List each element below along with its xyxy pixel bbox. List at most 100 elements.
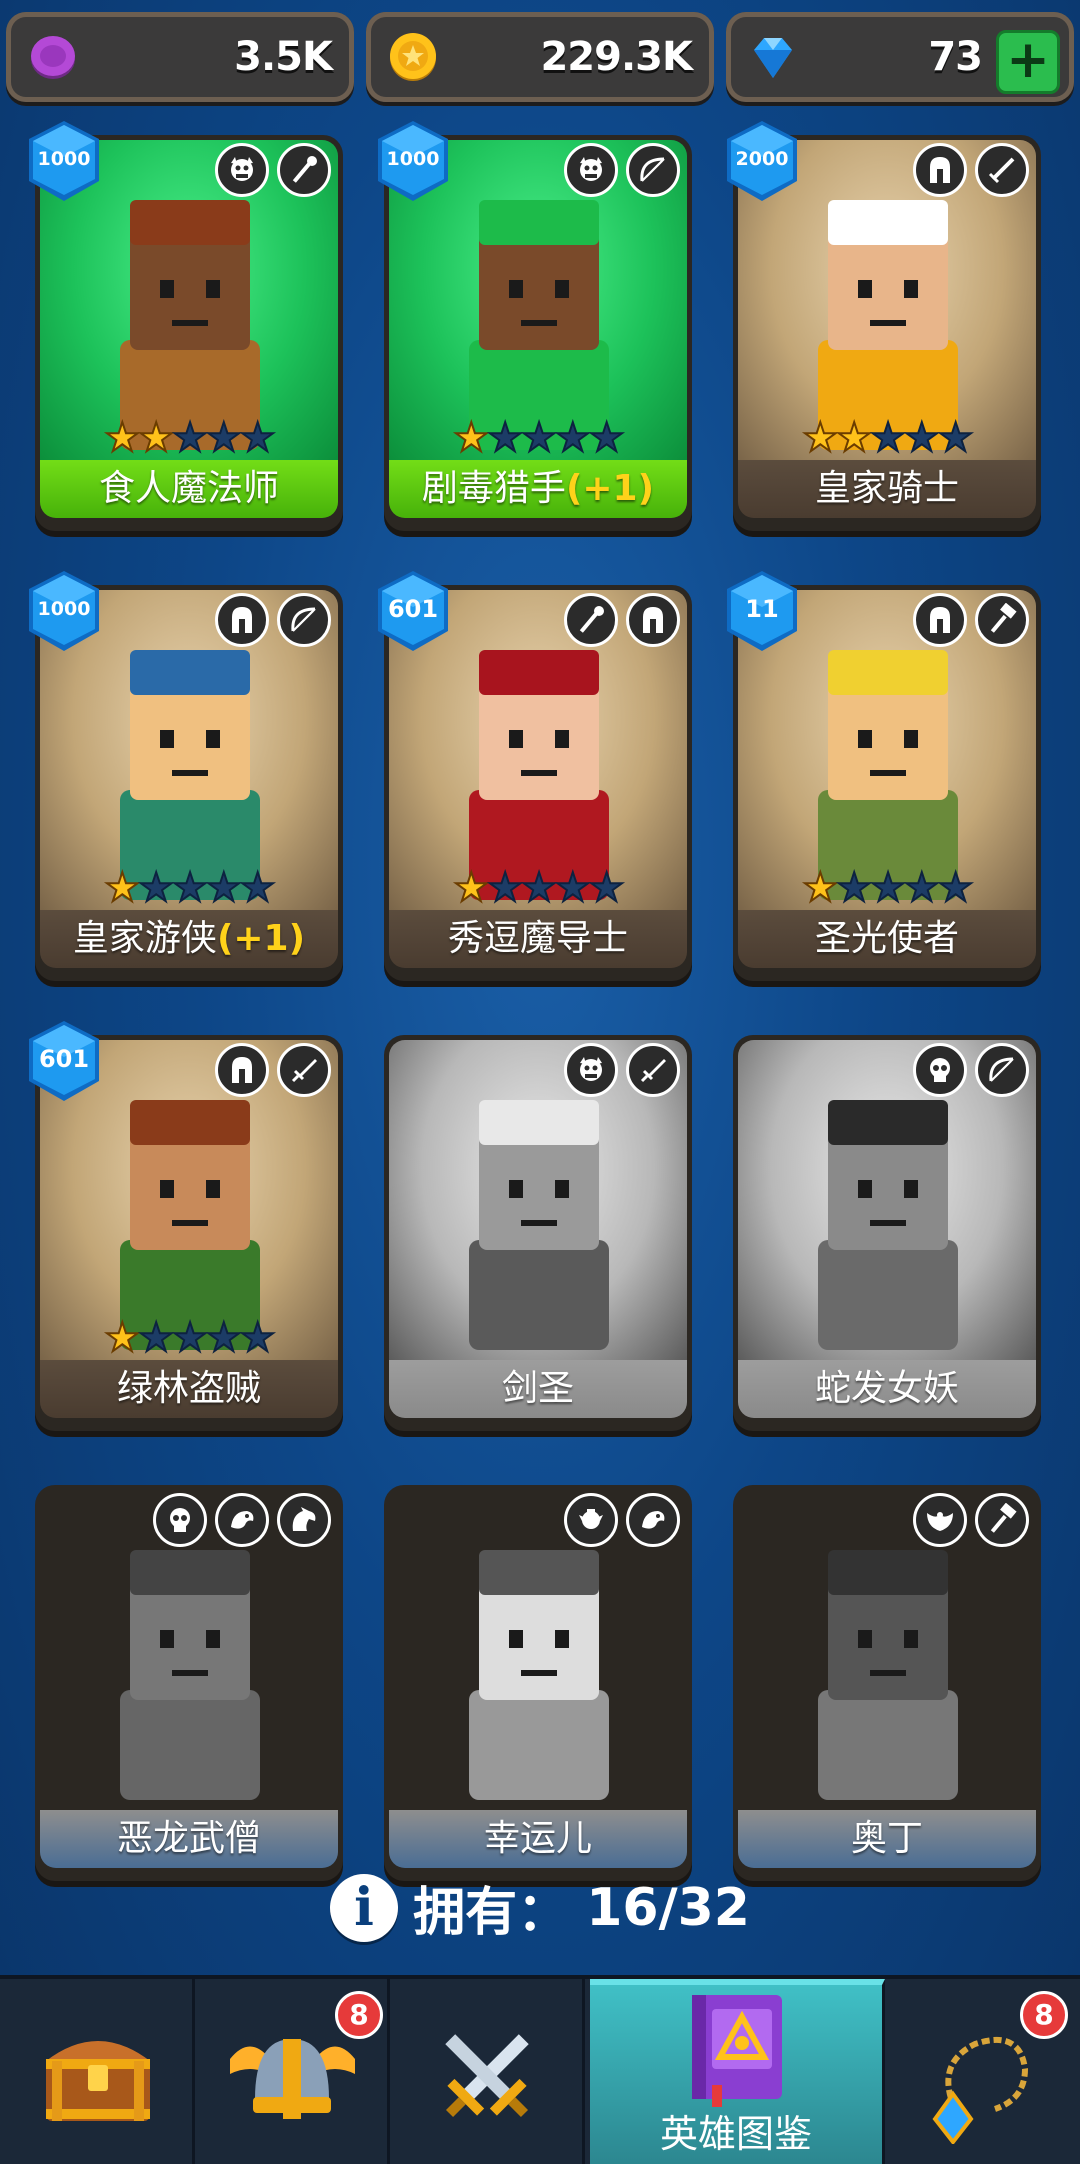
- coin-currency[interactable]: 229.3K: [366, 12, 714, 102]
- hero-name: 皇家骑士: [738, 460, 1036, 518]
- amulet-icon: [932, 2037, 1029, 2144]
- star-rating: ★★★★★: [384, 865, 692, 911]
- star-empty-icon: ★: [903, 865, 941, 911]
- star-empty-icon: ★: [554, 865, 592, 911]
- star-empty-icon: ★: [588, 865, 626, 911]
- hero-name: 剧毒猎手(+1): [389, 460, 687, 518]
- dagger-icon: [626, 1043, 680, 1097]
- blue-gem-icon: [754, 38, 792, 78]
- heroes-notification-badge: 8: [335, 1991, 383, 2039]
- star-empty-icon: ★: [137, 865, 175, 911]
- bottom-nav: 8 英雄图鉴 8: [0, 1975, 1080, 2164]
- hero-codex-book-icon: [692, 1995, 782, 2107]
- star-empty-icon: ★: [835, 865, 873, 911]
- staff-icon: [277, 143, 331, 197]
- orb-currency[interactable]: 3.5K: [6, 12, 354, 102]
- viking-helmet-icon: [230, 2039, 355, 2119]
- skull-icon: [153, 1493, 207, 1547]
- ogre-icon: [215, 143, 269, 197]
- star-rating: ★★★★★: [384, 415, 692, 461]
- level-badge: 1000: [25, 119, 103, 203]
- ogre-icon: [564, 143, 618, 197]
- wings-icon: [913, 1493, 967, 1547]
- hero-card[interactable]: ★★★★★ 剧毒猎手(+1) 1000: [378, 121, 692, 531]
- hero-card[interactable]: ★★★★★ 皇家游侠(+1) 1000: [29, 571, 343, 981]
- star-rating: ★★★★★: [733, 415, 1041, 461]
- helmet-icon: [913, 593, 967, 647]
- hero-card[interactable]: ★★★★★ 秀逗魔导士 601: [378, 571, 692, 981]
- star-filled-icon: ★: [103, 415, 141, 461]
- staff-icon: [564, 593, 618, 647]
- tab-battle[interactable]: [390, 1979, 585, 2164]
- beast-icon: [626, 1493, 680, 1547]
- hero-card[interactable]: 蛇发女妖: [733, 1035, 1041, 1431]
- star-empty-icon: ★: [239, 1315, 277, 1361]
- star-empty-icon: ★: [903, 415, 941, 461]
- tab-amulet[interactable]: 8: [885, 1979, 1080, 2164]
- helmet-icon: [215, 593, 269, 647]
- star-empty-icon: ★: [205, 865, 243, 911]
- sword-icon: [975, 143, 1029, 197]
- hammer-icon: [975, 1493, 1029, 1547]
- star-empty-icon: ★: [239, 865, 277, 911]
- star-empty-icon: ★: [520, 415, 558, 461]
- star-filled-icon: ★: [801, 865, 839, 911]
- hero-name: 皇家游侠(+1): [40, 910, 338, 968]
- skull-icon: [913, 1043, 967, 1097]
- star-empty-icon: ★: [205, 1315, 243, 1361]
- star-empty-icon: ★: [171, 415, 209, 461]
- tab-codex[interactable]: 英雄图鉴: [590, 1979, 885, 2164]
- hero-name: 蛇发女妖: [738, 1360, 1036, 1418]
- helmet-icon: [215, 1043, 269, 1097]
- tab-codex-label: 英雄图鉴: [659, 2112, 812, 2156]
- info-icon[interactable]: i: [330, 1873, 399, 1942]
- hero-name: 奥丁: [738, 1810, 1036, 1868]
- star-rating: ★★★★★: [35, 415, 343, 461]
- hero-card[interactable]: ★★★★★ 圣光使者 11: [727, 571, 1041, 981]
- add-gems-button[interactable]: +: [996, 30, 1060, 94]
- star-filled-icon: ★: [801, 415, 839, 461]
- hero-card[interactable]: ★★★★★ 食人魔法师 1000: [29, 121, 343, 531]
- star-empty-icon: ★: [486, 865, 524, 911]
- hero-card[interactable]: ★★★★★ 皇家骑士 2000: [727, 121, 1041, 531]
- bow-icon: [277, 593, 331, 647]
- owned-summary: i 拥有： 16/32: [0, 1870, 1080, 1950]
- bow-icon: [975, 1043, 1029, 1097]
- star-rating: ★★★★★: [35, 865, 343, 911]
- amulet-notification-badge: 8: [1020, 1991, 1068, 2039]
- bow-icon: [626, 143, 680, 197]
- star-empty-icon: ★: [869, 865, 907, 911]
- hero-name: 秀逗魔导士: [389, 910, 687, 968]
- star-empty-icon: ★: [205, 415, 243, 461]
- dragon-icon: [277, 1493, 331, 1547]
- hero-name: 圣光使者: [738, 910, 1036, 968]
- hero-card[interactable]: ★★★★★ 绿林盗贼 601: [29, 1021, 343, 1431]
- hero-card[interactable]: 奥丁: [733, 1485, 1041, 1881]
- star-filled-icon: ★: [452, 415, 490, 461]
- star-empty-icon: ★: [520, 865, 558, 911]
- owned-count: 16/32: [586, 1877, 750, 1938]
- hammer-icon: [975, 593, 1029, 647]
- hero-name: 食人魔法师: [40, 460, 338, 518]
- helmet-icon: [913, 143, 967, 197]
- star-rating: ★★★★★: [733, 865, 1041, 911]
- purple-orb-icon: [31, 36, 75, 79]
- ogre-icon: [564, 1043, 618, 1097]
- coin-amount: 229.3K: [540, 34, 693, 80]
- star-empty-icon: ★: [937, 865, 975, 911]
- dagger-icon: [277, 1043, 331, 1097]
- hero-name: 恶龙武僧: [40, 1810, 338, 1868]
- star-empty-icon: ★: [554, 415, 592, 461]
- tab-chest[interactable]: [0, 1979, 195, 2164]
- hero-card[interactable]: 幸运儿: [384, 1485, 692, 1881]
- level-badge: 1000: [25, 569, 103, 653]
- star-empty-icon: ★: [486, 415, 524, 461]
- beast-icon: [215, 1493, 269, 1547]
- hero-card[interactable]: 恶龙武僧: [35, 1485, 343, 1881]
- star-filled-icon: ★: [137, 415, 175, 461]
- star-empty-icon: ★: [239, 415, 277, 461]
- hero-card[interactable]: 剑圣: [384, 1035, 692, 1431]
- tab-heroes[interactable]: 8: [195, 1979, 390, 2164]
- star-filled-icon: ★: [103, 1315, 141, 1361]
- star-filled-icon: ★: [103, 865, 141, 911]
